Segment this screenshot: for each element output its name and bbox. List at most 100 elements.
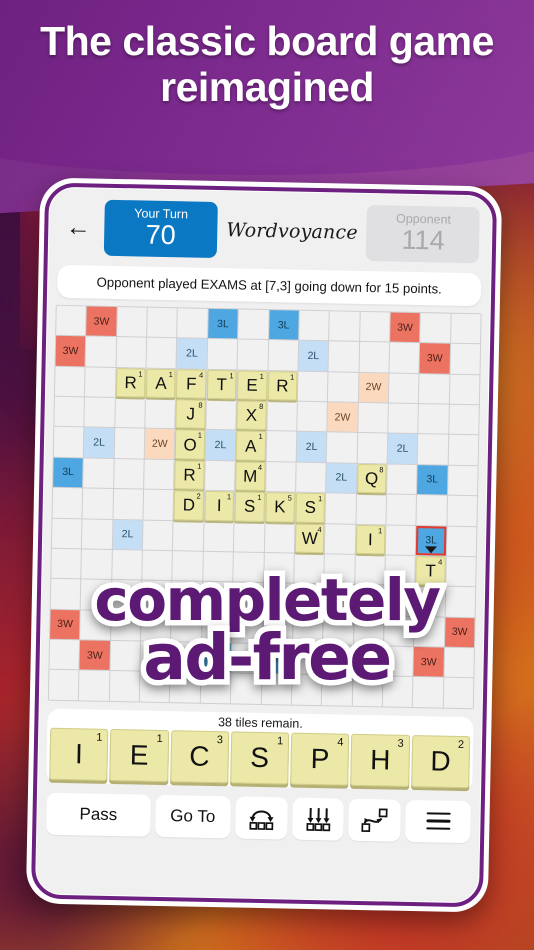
board-cell[interactable]: 2L (326, 463, 357, 493)
board-cell[interactable] (112, 549, 142, 580)
board-cell[interactable] (206, 399, 237, 430)
board-tile[interactable]: S1 (295, 492, 326, 523)
board-cell[interactable]: K5 (264, 492, 295, 523)
board-cell[interactable] (325, 523, 356, 554)
board-cell[interactable] (383, 616, 414, 646)
board-cell[interactable] (232, 582, 263, 613)
board-cell[interactable]: I1 (355, 524, 386, 555)
board-cell[interactable] (419, 373, 450, 404)
board-cell[interactable] (385, 524, 416, 555)
board-tile[interactable]: R1 (115, 367, 146, 398)
board-cell[interactable] (84, 397, 115, 428)
board-cell[interactable] (446, 526, 477, 557)
board-cell[interactable] (111, 580, 142, 611)
board-cell[interactable] (51, 548, 82, 579)
board-cell[interactable]: 2L (298, 341, 329, 371)
board-cell[interactable] (113, 458, 144, 489)
board-cell[interactable]: 3L (261, 643, 292, 674)
board-tile[interactable]: M4 (235, 461, 266, 492)
board-cell[interactable] (263, 552, 294, 583)
board-cell[interactable] (449, 374, 480, 405)
board-tile[interactable]: S1 (234, 491, 265, 522)
board-cell[interactable] (201, 612, 232, 643)
board-cell[interactable] (81, 579, 111, 610)
board-cell[interactable]: 2L (296, 432, 327, 463)
board-cell[interactable] (356, 494, 386, 524)
board-cell[interactable] (354, 585, 385, 616)
board-cell[interactable] (359, 311, 390, 342)
board-cell[interactable] (326, 432, 357, 463)
board-cell[interactable] (447, 465, 478, 496)
rack-tile[interactable]: P4 (290, 732, 350, 786)
board-cell[interactable]: 2L (205, 430, 236, 461)
board-cell[interactable]: 3W (55, 336, 86, 367)
board-cell[interactable] (173, 520, 204, 551)
board-cell[interactable] (354, 554, 385, 585)
board-cell[interactable] (81, 549, 112, 580)
tile-rack[interactable]: I1E1C3S1P4H3D2 (46, 727, 474, 791)
board-cell[interactable] (53, 427, 84, 458)
board-tile[interactable]: O1 (175, 429, 206, 460)
board-cell[interactable] (230, 673, 261, 704)
board-cell[interactable] (382, 676, 413, 707)
pass-button[interactable]: Pass (46, 792, 151, 837)
board-cell[interactable]: 3L (417, 464, 448, 495)
board-cell[interactable] (109, 671, 140, 702)
board-cell[interactable]: 2L (387, 433, 418, 464)
board-cell[interactable] (171, 611, 202, 642)
board-cell[interactable]: A1 (235, 430, 266, 461)
board-cell[interactable]: 2W (144, 429, 175, 459)
rack-tile[interactable]: S1 (230, 731, 290, 785)
board-cell[interactable] (56, 305, 87, 336)
board-cell[interactable] (52, 487, 83, 518)
game-board[interactable]: 3W 3L 3L 3W 3W 2L 2L 3W R 1 A 1 F 4 T 1 E 1 R 1 2W J 8 X 8 2W 2L 2W… (47, 304, 482, 709)
board-cell[interactable]: W4 (294, 523, 325, 554)
board-cell[interactable] (114, 428, 145, 459)
board-cell[interactable] (353, 615, 384, 646)
rack-tile[interactable]: I1 (49, 727, 109, 781)
board-cell[interactable] (203, 521, 234, 552)
board-cell[interactable] (418, 404, 449, 435)
board-cell[interactable] (80, 609, 111, 640)
board-cell[interactable] (291, 674, 322, 705)
board-cell[interactable] (445, 556, 476, 587)
board-cell[interactable] (116, 307, 147, 337)
board-cell[interactable] (292, 644, 323, 675)
opponent-score-chip[interactable]: Opponent 114 (366, 205, 481, 264)
board-cell[interactable]: A1 (146, 368, 176, 399)
board-cell[interactable] (384, 585, 415, 616)
board-cell[interactable]: 3L (207, 308, 238, 339)
board-cell[interactable] (413, 677, 444, 708)
board-cell[interactable] (142, 550, 173, 581)
board-cell[interactable] (417, 434, 448, 465)
board-tile[interactable]: K5 (264, 492, 295, 523)
rack-tile[interactable]: D2 (410, 734, 471, 788)
board-cell[interactable] (143, 489, 174, 520)
board-tile[interactable]: X8 (236, 400, 267, 431)
board-cell[interactable] (83, 458, 114, 489)
board-cell[interactable] (322, 675, 352, 706)
board-cell[interactable] (79, 670, 110, 701)
board-cell[interactable] (329, 311, 360, 342)
board-tile[interactable]: D2 (173, 490, 204, 521)
board-cell[interactable]: 3L (268, 310, 299, 341)
board-cell[interactable]: E1 (237, 370, 268, 401)
board-tile[interactable]: Q8 (356, 463, 387, 494)
board-cell[interactable] (353, 645, 383, 676)
board-cell[interactable]: S1 (295, 492, 326, 523)
board-cell[interactable] (172, 551, 203, 581)
board-cell[interactable] (261, 674, 292, 705)
board-cell[interactable] (85, 336, 116, 367)
board-cell[interactable] (444, 647, 475, 678)
board-cell[interactable] (325, 493, 356, 524)
board-cell[interactable] (48, 670, 79, 700)
board-cell[interactable] (387, 464, 417, 495)
board-cell[interactable]: T1 (206, 369, 237, 400)
your-turn-score-chip[interactable]: Your Turn 70 (103, 199, 218, 258)
board-cell[interactable] (85, 367, 116, 398)
recall-tiles-button[interactable] (234, 796, 288, 840)
board-cell[interactable] (202, 582, 233, 612)
board-cell[interactable]: 3W (419, 343, 450, 374)
board-cell[interactable] (389, 342, 420, 373)
board-cell[interactable] (110, 610, 141, 641)
